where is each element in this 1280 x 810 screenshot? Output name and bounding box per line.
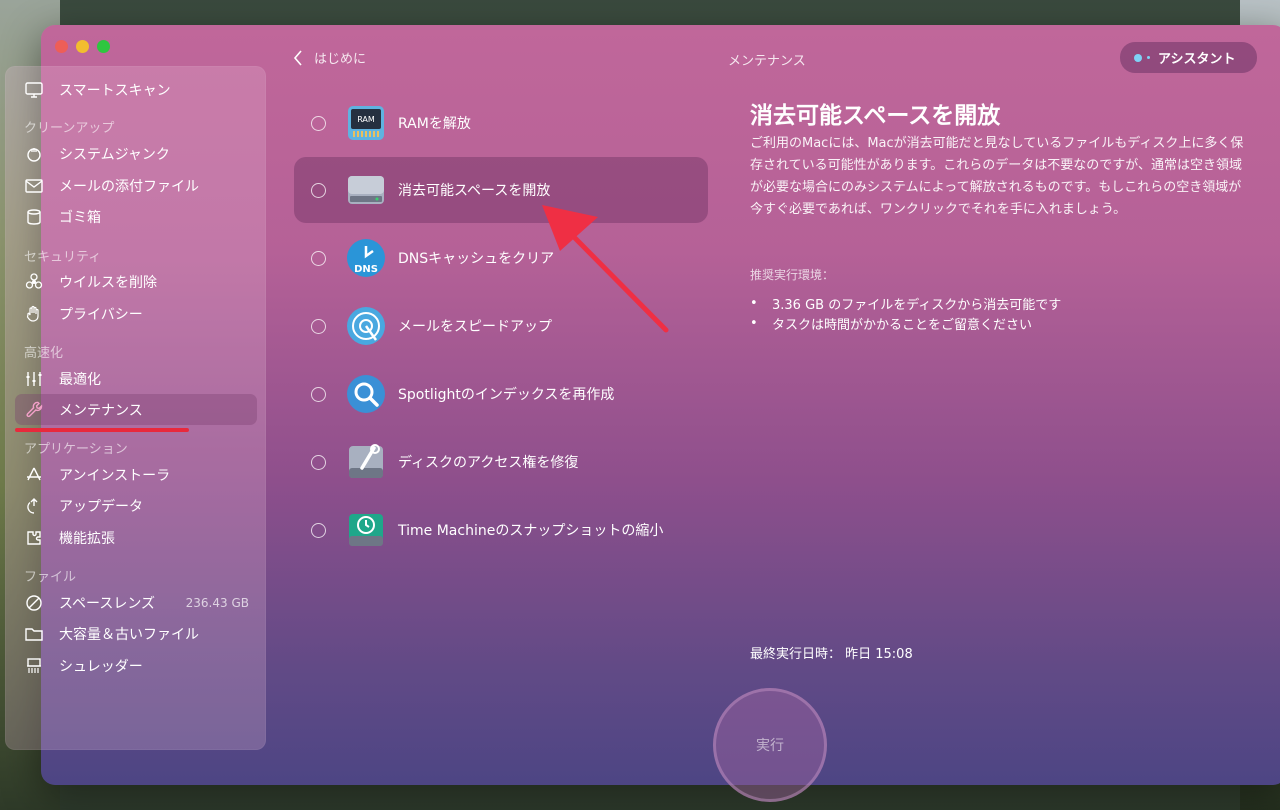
list-item: • 3.36 GB のファイルをディスクから消去可能です [750,295,1062,313]
task-free-ram[interactable]: RAM RAMを解放 [294,90,708,156]
close-window-button[interactable] [55,40,68,53]
run-button[interactable]: 実行 [713,688,827,802]
sidebar-item-label: 機能拡張 [59,530,115,547]
sidebar-item-label: メールの添付ファイル [59,178,199,195]
window-controls [55,40,110,53]
sidebar-section-applications: アプリケーション [24,442,128,457]
sidebar-section-files: ファイル [24,570,77,585]
task-repair-disk-permissions[interactable]: ディスクのアクセス権を修復 [294,429,708,495]
task-label: Spotlightのインデックスを再作成 [398,387,615,403]
update-arrow-icon [24,496,44,516]
sidebar-item-trash[interactable]: ゴミ箱 [15,201,257,232]
wrench-icon [24,400,44,420]
task-label: Time Machineのスナップショットの縮小 [398,523,664,539]
sidebar-item-label: ゴミ箱 [59,209,101,226]
run-button-label: 実行 [756,738,784,754]
page-title: メンテナンス [728,54,806,69]
recommended-label: 推奨実行環境： [750,268,835,282]
sidebar-item-label: システムジャンク [59,146,170,163]
app-store-icon [24,465,44,485]
sidebar-section-security: セキュリティ [24,250,102,265]
shredder-icon [24,656,44,676]
disk-wrench-icon [346,442,386,482]
task-label: ディスクのアクセス権を修復 [398,455,579,471]
puzzle-icon [24,528,44,548]
trash-bin-icon [24,207,44,227]
task-reindex-spotlight[interactable]: Spotlightのインデックスを再作成 [294,361,708,427]
recommendation-text: タスクは時間がかかることをご留意ください [772,317,1033,333]
disk-drive-icon [346,170,386,210]
task-radio[interactable] [311,522,326,538]
task-thin-time-machine[interactable]: Time Machineのスナップショットの縮小 [294,497,708,563]
broom-icon [24,144,44,164]
space-lens-size: 236.43 GB [185,595,249,610]
sidebar-item-extensions[interactable]: 機能拡張 [15,522,257,553]
sidebar-item-optimization[interactable]: 最適化 [15,363,257,394]
sidebar-item-label: シュレッダー [59,658,143,675]
folder-icon [24,624,44,644]
task-radio[interactable] [311,454,326,470]
envelope-icon [24,176,44,196]
back-button[interactable]: はじめに [292,48,366,67]
monitor-icon [24,80,44,100]
minimize-window-button[interactable] [76,40,89,53]
lens-icon [24,593,44,613]
sidebar-item-maintenance[interactable]: メンテナンス [15,394,257,425]
sidebar-item-label: 大容量＆古いファイル [59,626,199,643]
sidebar-item-space-lens[interactable]: スペースレンズ 236.43 GB [15,587,257,618]
sliders-icon [24,369,44,389]
task-label: メールをスピードアップ [398,319,552,335]
chevron-left-icon [293,49,302,66]
assistant-label: アシスタント [1158,52,1236,67]
biohazard-icon [24,272,44,292]
sidebar-item-label: アンインストーラ [59,467,171,484]
sidebar-item-label: メンテナンス [59,402,143,419]
task-radio[interactable] [311,182,326,198]
sidebar-section-speed: 高速化 [24,346,64,361]
ram-chip-icon: RAM [346,103,386,143]
task-radio[interactable] [311,250,326,266]
sidebar-item-label: プライバシー [59,306,143,323]
task-label: RAMを解放 [398,116,471,132]
mail-speed-icon [346,306,386,346]
zoom-window-button[interactable] [97,40,110,53]
annotation-arrow-icon [542,205,669,333]
list-item: • タスクは時間がかかることをご留意ください [750,315,1033,333]
sidebar-item-mail-attachments[interactable]: メールの添付ファイル [15,170,257,201]
annotation-underline [15,428,189,432]
sidebar-section-cleanup: クリーンアップ [24,121,115,136]
assistant-dot-small-icon [1147,56,1150,59]
sidebar-item-label: アップデータ [59,498,143,515]
sidebar-item-uninstaller[interactable]: アンインストーラ [15,459,257,490]
task-label: 消去可能スペースを開放 [398,183,551,199]
task-radio[interactable] [311,386,326,402]
sidebar-item-system-junk[interactable]: システムジャンク [15,138,257,169]
hand-icon [24,304,44,324]
sidebar-item-label: スペースレンズ [59,595,156,612]
recommendation-list: • 3.36 GB のファイルをディスクから消去可能です • タスクは時間がかかるこ… [750,293,1061,333]
dns-clock-icon: DNS [346,238,386,278]
svg-text:RAM: RAM [357,115,375,124]
recommendation-text: 3.36 GB のファイルをディスクから消去可能です [772,297,1062,313]
sidebar-item-privacy[interactable]: プライバシー [15,298,257,329]
last-run-time: 最終実行日時： 昨日 15:08 [750,647,913,662]
sidebar-item-label: ウイルスを削除 [59,274,157,291]
sidebar-item-smart-scan[interactable]: スマートスキャン [15,74,257,105]
assistant-button[interactable]: アシスタント [1120,42,1257,73]
task-radio[interactable] [311,115,326,131]
detail-description: ご利用のMacには、Macが消去可能だと見なしているファイルもディスク上に多く保… [750,136,1244,217]
sidebar-item-large-old-files[interactable]: 大容量＆古いファイル [15,618,257,649]
sidebar-item-updater[interactable]: アップデータ [15,490,257,521]
sidebar-item-remove-virus[interactable]: ウイルスを削除 [15,266,257,297]
assistant-dot-icon [1134,53,1142,62]
task-radio[interactable] [311,318,326,334]
sidebar-item-shredder[interactable]: シュレッダー [15,650,257,681]
time-machine-icon [346,510,386,550]
spotlight-search-icon [346,374,386,414]
detail-title: 消去可能スペースを開放 [750,103,1001,129]
sidebar-item-label: スマートスキャン [59,82,171,99]
svg-text:DNS: DNS [354,264,378,275]
sidebar-item-label: 最適化 [59,371,101,388]
back-label: はじめに [314,52,367,67]
